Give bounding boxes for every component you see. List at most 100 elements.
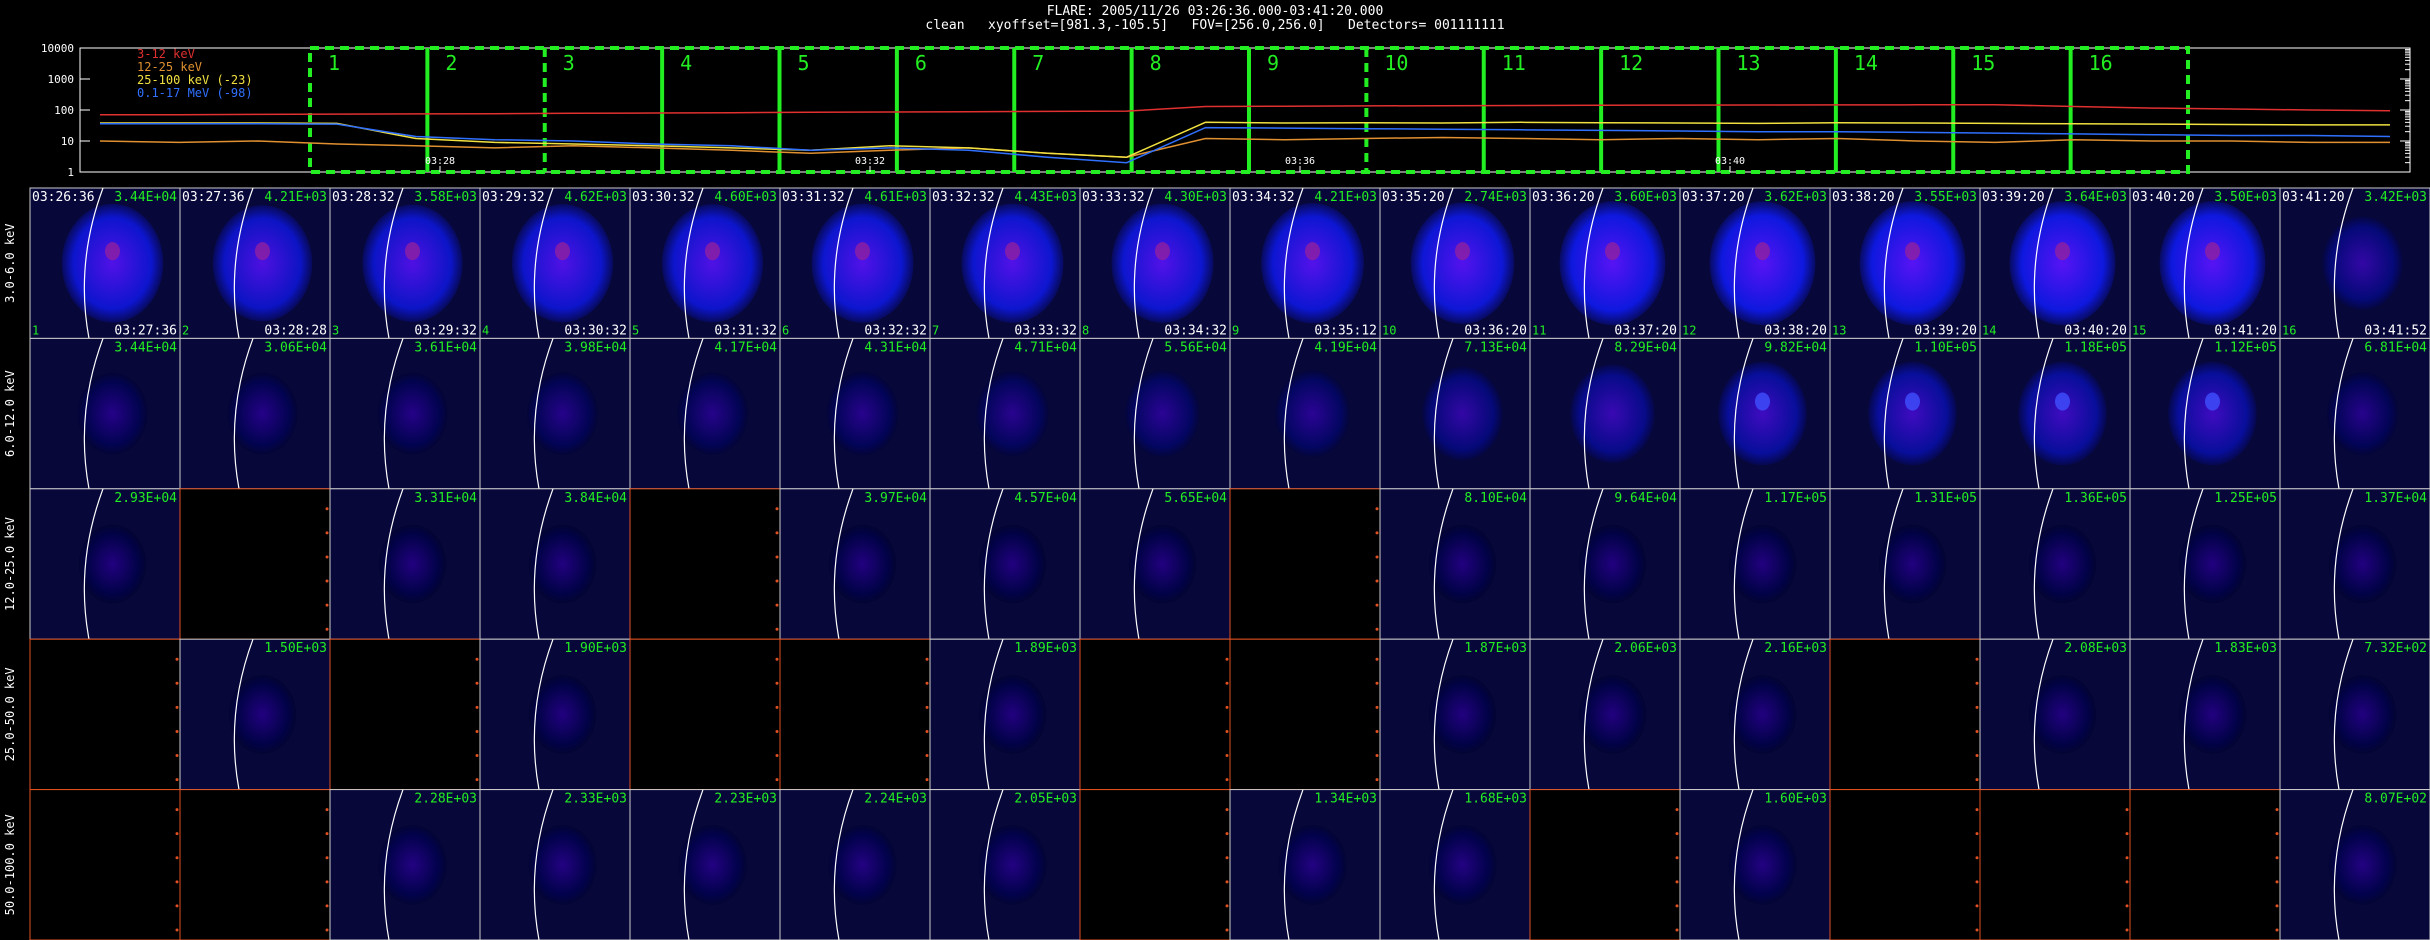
panel-start-time: 03:37:20	[1682, 190, 1745, 205]
axis-marker	[175, 729, 179, 733]
energy-band-label: 12.0-25.0 keV	[3, 517, 17, 611]
axis-marker	[2275, 928, 2279, 932]
panel-maximum: 4.57E+04	[1014, 491, 1077, 506]
source-emission	[377, 372, 448, 455]
image-panel	[329, 638, 481, 791]
axis-marker	[1975, 729, 1979, 733]
axis-marker	[175, 904, 179, 908]
axis-marker	[325, 928, 329, 932]
panel-number: 2	[182, 323, 189, 337]
axis-marker	[2125, 832, 2129, 836]
panel-start-time: 03:38:20	[1832, 190, 1895, 205]
source-emission	[528, 824, 597, 905]
axis-marker	[175, 928, 179, 932]
panel-number: 14	[1982, 323, 1996, 337]
panel-start-time: 03:30:32	[632, 190, 695, 205]
source-core	[2055, 392, 2070, 411]
axis-marker	[325, 904, 329, 908]
axis-marker	[2275, 832, 2279, 836]
panel-number: 3	[332, 323, 339, 337]
axis-marker	[1375, 754, 1379, 758]
axis-marker	[325, 507, 329, 511]
panel-start-time: 03:31:32	[782, 190, 845, 205]
panel-maximum: 3.55E+03	[1914, 190, 1977, 205]
source-emission	[1125, 370, 1200, 458]
panel-maximum: 1.17E+05	[1764, 491, 1827, 506]
axis-marker	[1675, 856, 1679, 860]
panel-end-time: 03:41:20	[2214, 323, 2277, 338]
axis-marker	[775, 729, 779, 733]
image-panel	[29, 638, 181, 791]
axis-marker	[1375, 657, 1379, 661]
source-emission	[2009, 201, 2116, 326]
panel-maximum: 1.68E+03	[1464, 792, 1527, 807]
source-core	[2205, 392, 2220, 411]
image-panel	[1229, 638, 1381, 791]
panel-number: 15	[2132, 323, 2146, 337]
axis-marker	[925, 681, 929, 685]
panel-end-time: 03:29:32	[414, 323, 477, 338]
image-panel	[1829, 638, 1981, 791]
panel-start-time: 03:41:20	[2282, 190, 2345, 205]
axis-marker	[325, 579, 329, 583]
source-emission	[212, 205, 313, 322]
panel-start-time: 03:40:20	[2132, 190, 2195, 205]
axis-marker	[325, 531, 329, 535]
axis-marker	[175, 754, 179, 758]
axis-marker	[475, 754, 479, 758]
panel-number: 8	[1082, 323, 1089, 337]
source-core	[2205, 242, 2220, 261]
image-panel	[1229, 488, 1381, 640]
axis-marker	[1225, 904, 1229, 908]
source-core	[555, 242, 570, 261]
source-core	[1755, 392, 1770, 411]
panel-maximum: 3.06E+04	[264, 340, 327, 355]
panel-maximum: 1.10E+05	[1914, 340, 1977, 355]
panel-start-time: 03:27:36	[182, 190, 245, 205]
panel-maximum: 1.25E+05	[2214, 491, 2277, 506]
axis-marker	[925, 754, 929, 758]
panel-maximum: 1.87E+03	[1464, 641, 1527, 656]
panel-maximum: 1.37E+04	[2364, 491, 2427, 506]
axis-marker	[175, 832, 179, 836]
axis-marker	[1975, 657, 1979, 661]
axis-marker	[1375, 507, 1379, 511]
panel-maximum: 2.28E+03	[414, 792, 477, 807]
source-emission	[828, 824, 897, 905]
axis-marker	[175, 808, 179, 812]
panel-maximum: 1.31E+05	[1914, 491, 1977, 506]
axis-marker	[925, 705, 929, 709]
panel-maximum: 2.06E+03	[1614, 641, 1677, 656]
axis-marker	[775, 579, 779, 583]
axis-marker	[325, 808, 329, 812]
axis-marker	[175, 681, 179, 685]
source-emission	[1868, 361, 1957, 466]
axis-marker	[1975, 928, 1979, 932]
axis-marker	[775, 507, 779, 511]
source-core	[705, 242, 720, 261]
panel-maximum: 2.05E+03	[1014, 792, 1077, 807]
source-core	[2055, 242, 2070, 261]
image-panel	[1079, 638, 1231, 791]
axis-marker	[775, 531, 779, 535]
axis-marker	[775, 754, 779, 758]
source-emission	[227, 372, 298, 455]
axis-marker	[325, 627, 329, 631]
panel-number: 6	[782, 323, 789, 337]
energy-band-label: 50.0-100.0 keV	[3, 814, 17, 915]
axis-marker	[925, 778, 929, 782]
panel-maximum: 9.64E+04	[1614, 491, 1677, 506]
energy-band-label: 3.0-6.0 keV	[3, 223, 17, 302]
panel-number: 1	[32, 323, 39, 337]
axis-marker	[1375, 531, 1379, 535]
panel-maximum: 1.36E+05	[2064, 491, 2127, 506]
source-emission	[2326, 371, 2399, 456]
panel-end-time: 03:34:32	[1164, 323, 1227, 338]
panel-maximum: 3.44E+04	[114, 190, 177, 205]
panel-number: 13	[1832, 323, 1846, 337]
axis-marker	[1225, 832, 1229, 836]
image-panel	[779, 638, 931, 791]
panel-maximum: 3.97E+04	[864, 491, 927, 506]
source-emission	[2168, 361, 2257, 466]
image-panel	[1829, 789, 1981, 940]
